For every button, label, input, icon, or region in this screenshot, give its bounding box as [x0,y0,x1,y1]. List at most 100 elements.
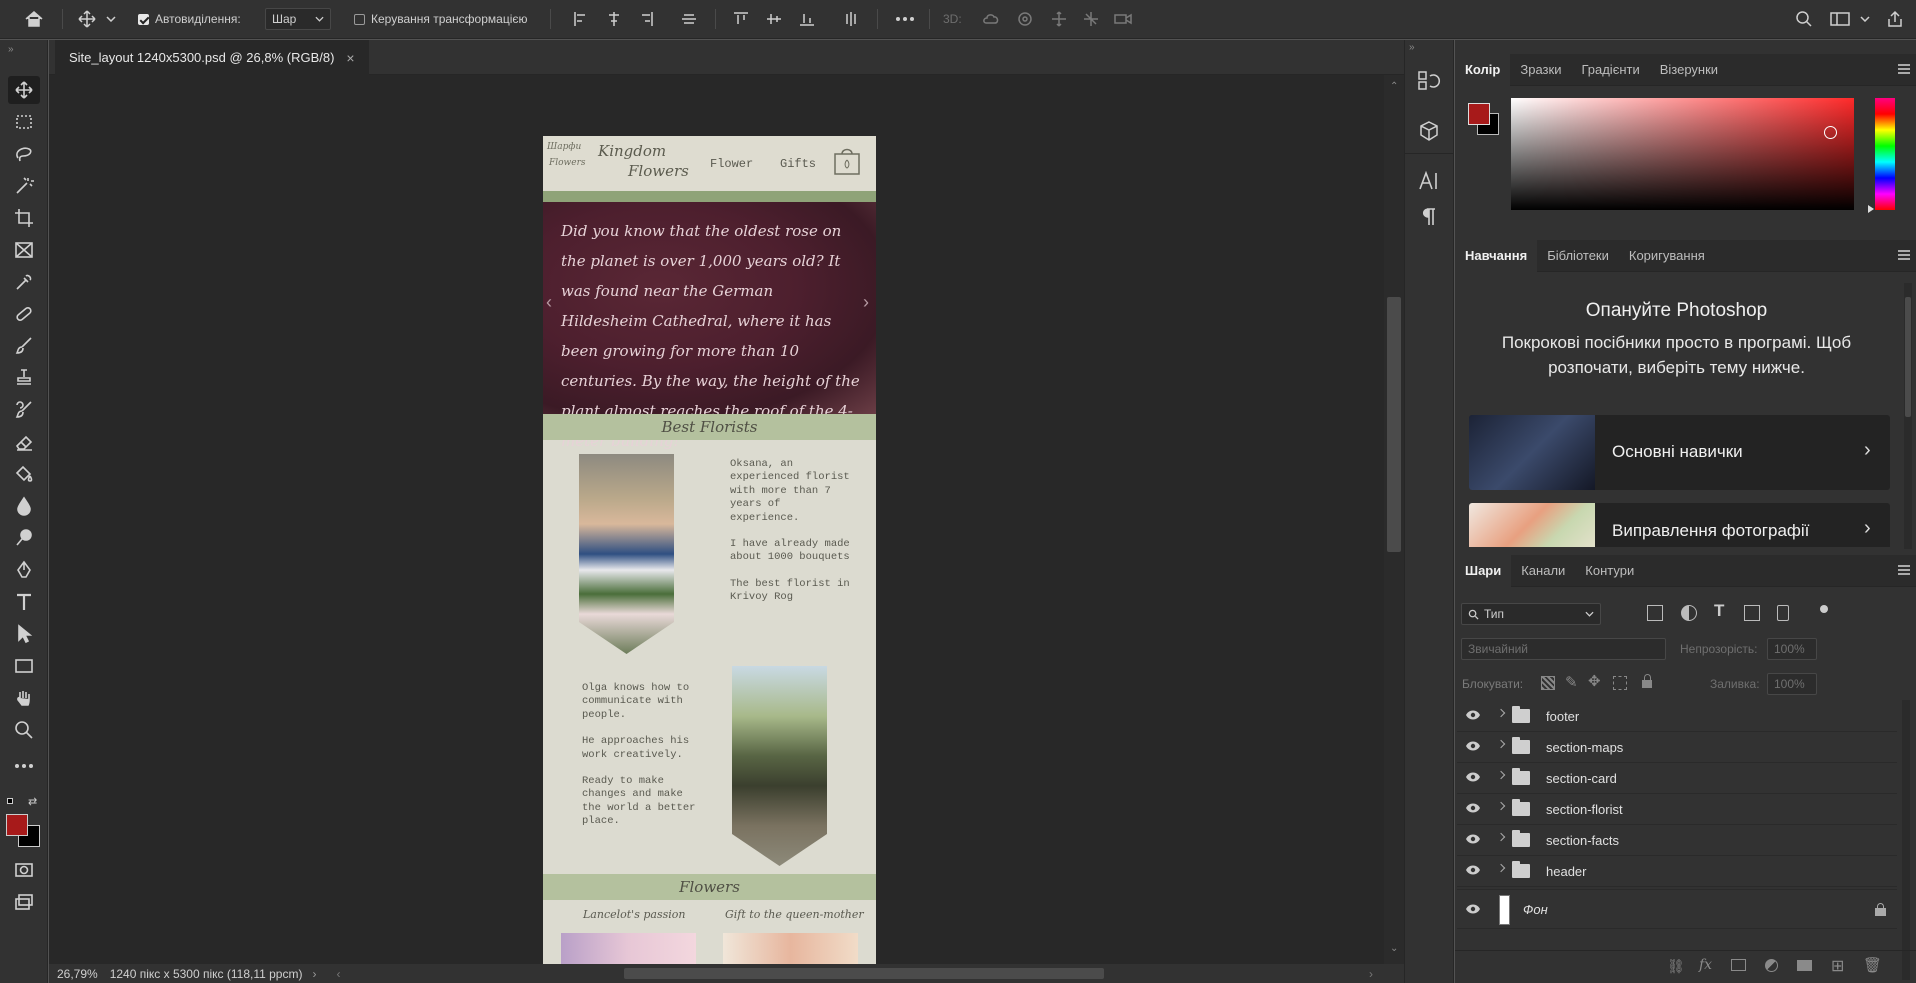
crop-tool[interactable] [8,204,40,232]
more-options-button[interactable] [892,7,918,31]
auto-select-checkbox[interactable]: Автовиділення: [138,7,241,31]
workspace-button[interactable] [1828,7,1852,31]
character-panel-button[interactable] [1417,170,1441,192]
layers-scrollbar[interactable] [1902,700,1910,980]
3d-orbit-button[interactable] [980,7,1002,31]
history-brush-tool[interactable] [8,396,40,424]
hue-slider-handle[interactable] [1868,205,1874,213]
eraser-tool[interactable] [8,428,40,456]
align-top-button[interactable] [730,7,752,31]
learn-card-essentials[interactable]: Основні навички › [1469,415,1890,490]
lasso-tool[interactable] [8,140,40,168]
lock-all-icon[interactable] [1641,674,1653,688]
filter-type-icon[interactable]: T [1714,601,1724,621]
type-tool[interactable] [8,588,40,616]
learn-scrollbar[interactable] [1904,283,1912,549]
lock-transparency-icon[interactable] [1541,676,1555,690]
link-layers-icon[interactable]: ⛓ [1667,958,1685,975]
scroll-up-icon[interactable]: ⌃ [1390,81,1398,92]
zoom-tool[interactable] [8,716,40,744]
color-field-picker[interactable] [1511,98,1854,210]
3d-roll-button[interactable] [1014,7,1036,31]
healing-brush-tool[interactable] [8,300,40,328]
layer-row[interactable]: section-facts [1457,825,1897,856]
3d-pan-button[interactable] [1048,7,1070,31]
vertical-scroll-thumb[interactable] [1387,297,1401,552]
new-group-icon[interactable] [1797,960,1812,971]
vertical-scrollbar[interactable]: ⌃ ⌄ [1384,75,1404,964]
tab-libraries[interactable]: Бібліотеки [1537,240,1619,272]
align-left-button[interactable] [570,7,592,31]
layer-row[interactable]: section-florist [1457,794,1897,825]
fill-field[interactable]: 100% [1767,673,1817,695]
edit-toolbar-button[interactable] [8,752,40,780]
filter-smart-object-icon[interactable] [1777,605,1789,621]
layer-filter-dropdown[interactable]: Тип [1461,603,1601,625]
expand-panels-icon[interactable]: » [1409,42,1415,53]
add-mask-icon[interactable] [1731,959,1746,971]
tab-layers[interactable]: Шари [1455,554,1512,587]
opacity-field[interactable]: 100% [1767,638,1817,660]
learn-scroll-thumb[interactable] [1905,297,1911,417]
eye-icon[interactable] [1465,709,1481,721]
align-middle-button[interactable] [763,7,785,31]
tab-gradients[interactable]: Градієнти [1571,54,1649,86]
eyedropper-tool[interactable] [8,268,40,296]
layer-row[interactable]: footer [1457,701,1897,732]
3d-camera-button[interactable] [1112,7,1134,31]
chevron-right-icon[interactable] [1496,708,1506,718]
tab-adjustments[interactable]: Коригування [1619,240,1715,272]
tab-color[interactable]: Колір [1455,53,1511,86]
lock-artboard-icon[interactable] [1613,676,1627,690]
clone-stamp-tool[interactable] [8,364,40,392]
quick-mask-button[interactable] [8,856,40,884]
scroll-left-icon[interactable]: ‹ [336,967,340,981]
chevron-right-icon[interactable] [1496,739,1506,749]
filter-adjustment-icon[interactable] [1681,605,1697,621]
filter-toggle-icon[interactable] [1820,605,1828,613]
tab-patterns[interactable]: Візерунки [1650,54,1728,86]
chevron-right-icon[interactable] [1496,832,1506,842]
close-icon[interactable]: × [346,50,354,66]
marquee-tool[interactable] [8,108,40,136]
filter-pixel-icon[interactable] [1647,605,1663,621]
paint-bucket-tool[interactable] [8,460,40,488]
3d-panel-button[interactable] [1417,120,1441,142]
move-tool-preset-button[interactable] [74,7,100,31]
blur-tool[interactable] [8,492,40,520]
history-panel-button[interactable] [1417,70,1441,92]
auto-select-dropdown[interactable]: Шар [265,8,331,30]
zoom-level[interactable]: 26,79% [57,967,98,981]
screen-mode-button[interactable] [8,888,40,916]
document-size-info[interactable]: 1240 пікс x 5300 пікс (118,11 ppcm) [110,967,303,981]
new-layer-icon[interactable]: ⊞ [1831,956,1844,976]
workspace-dropdown[interactable] [1858,7,1872,31]
swap-colors-icon[interactable]: ⇄ [28,795,37,808]
move-tool[interactable] [8,76,40,104]
eye-icon[interactable] [1465,740,1481,752]
tab-paths[interactable]: Контури [1575,555,1644,587]
learn-card-fix-photo[interactable]: Виправлення фотографії › [1469,503,1890,547]
horizontal-scroll-thumb[interactable] [624,968,1104,979]
lock-position-icon[interactable]: ✥ [1588,672,1601,690]
default-colors-icon[interactable] [7,798,17,807]
hand-tool[interactable] [8,684,40,712]
chevron-right-icon[interactable] [1496,770,1506,780]
panel-menu-icon[interactable] [1898,250,1910,260]
distribute-button[interactable] [678,7,700,31]
scroll-right-icon[interactable]: › [1369,967,1373,981]
share-button[interactable] [1884,7,1906,31]
paragraph-panel-button[interactable] [1417,206,1441,228]
collapse-toolbar-icon[interactable]: » [8,44,14,55]
fx-icon[interactable]: fx [1699,957,1712,973]
lock-paint-icon[interactable]: ✎ [1565,673,1578,691]
scroll-down-icon[interactable]: ⌄ [1390,943,1398,954]
path-selection-tool[interactable] [8,620,40,648]
eye-icon[interactable] [1465,833,1481,845]
layer-row[interactable]: section-card [1457,763,1897,794]
color-picker-cursor[interactable] [1824,126,1837,139]
design-canvas[interactable]: Шарфи Flowers Kingdom Flowers Flower Gif… [543,136,876,964]
brush-tool[interactable] [8,332,40,360]
panel-menu-icon[interactable] [1898,64,1910,74]
trash-icon[interactable]: 🗑 [1863,956,1882,974]
